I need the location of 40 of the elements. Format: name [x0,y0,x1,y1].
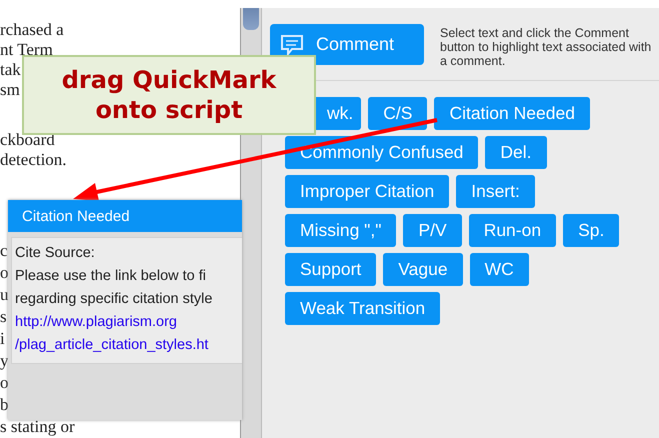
link[interactable]: /plag_article_citation_styles.ht [15,334,208,357]
document-text: detection. [0,150,67,170]
quickmark-button[interactable]: Missing "," [285,214,396,247]
popup-text: Cite Source: [15,244,95,263]
quickmark-button[interactable]: Vague [383,253,463,286]
document-text: nt Term [0,40,53,60]
document-text: sm [0,80,20,100]
scrollbar-thumb[interactable] [243,8,259,30]
quickmark-button[interactable]: C/S [368,97,428,130]
popup-text: Please use the link below to fi [15,267,206,286]
comment-button[interactable]: Comment [270,24,424,65]
document-text: rchased a [0,20,64,40]
document-text: s stating or [0,416,75,438]
quickmark-button[interactable]: Run-on [468,214,556,247]
quickmark-button[interactable]: Support [285,253,376,286]
help-text: Select text and click the Comment button to highlight text associated with a comment. [440,26,652,68]
document-text: u [0,284,8,306]
quickmark-button[interactable]: Weak Transition [285,292,440,325]
quickmark-button[interactable]: Del. [485,136,547,169]
popup-title: Citation Needed [8,200,242,232]
popup-text: regarding specific citation style [15,290,212,309]
link[interactable]: http://www.plagiarism.org [15,311,177,334]
comment-icon [280,34,304,56]
document-text: i [0,328,5,350]
quickmark-button[interactable]: P/V [403,214,462,247]
document-text: b [0,394,8,416]
document-text: o [0,262,8,284]
callout-text: onto script [95,95,243,125]
document-text: o [0,372,8,394]
callout-text: drag QuickMark [62,65,276,95]
document-text: ckboard [0,130,55,150]
quickmark-button[interactable]: Sp. [563,214,620,247]
document-text: tak [0,60,21,80]
document-text: c [0,240,8,262]
quickmark-button[interactable]: Improper Citation [285,175,450,208]
quickmark-button[interactable]: Insert: [456,175,535,208]
document-text: s [0,306,7,328]
quickmark-button[interactable]: Citation Needed [434,97,590,130]
quickmark-button[interactable]: WC [470,253,529,286]
document-text: y [0,350,8,372]
